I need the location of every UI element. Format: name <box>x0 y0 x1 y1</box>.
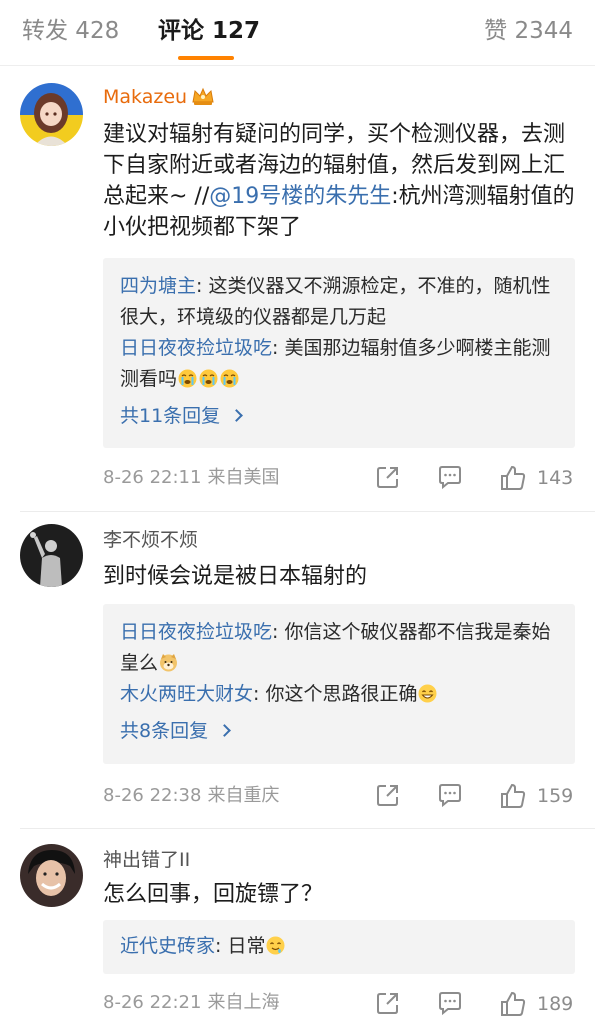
chevron-right-icon <box>230 409 244 422</box>
vip-crown-icon <box>191 86 215 106</box>
comment-actions: 143 <box>375 464 575 492</box>
comment-icon[interactable] <box>437 782 463 810</box>
comment-time: 8-26 22:38 <box>103 785 202 806</box>
grin-emoji <box>418 682 437 703</box>
username[interactable]: 神出错了II <box>103 847 190 873</box>
comment-time: 8-26 22:11 <box>103 467 202 488</box>
crying-emoji <box>178 367 197 388</box>
reply-item: 木火两旺大财女: 你这个思路很正确 <box>120 679 559 710</box>
comment-meta: 8-26 22:11 来自美国 <box>103 465 279 491</box>
comment-meta: 8-26 22:38 来自重庆 <box>103 783 279 809</box>
avatar[interactable] <box>20 844 83 907</box>
divider <box>20 511 595 512</box>
thumbs-up-icon <box>501 991 526 1016</box>
like-count: 143 <box>537 467 574 489</box>
username[interactable]: Makazeu <box>103 84 215 110</box>
username[interactable]: 李不烦不烦 <box>103 527 198 553</box>
crying-emoji <box>199 367 218 388</box>
like-button[interactable]: 189 <box>499 990 575 1018</box>
comment-location: 来自重庆 <box>207 785 280 806</box>
comment-text: 建议对辐射有疑问的同学，买个检测仪器，去测下自家附近或者海边的辐射值，然后发到网… <box>103 122 575 240</box>
view-more-replies-link[interactable]: 共11条回复 <box>120 401 559 431</box>
reply-item: 日日夜夜捡垃圾吃: 你信这个破仪器都不信我是秦始皇么 <box>120 621 551 674</box>
avatar[interactable] <box>20 524 83 587</box>
comment-icon[interactable] <box>437 464 463 492</box>
comment-time: 8-26 22:21 <box>103 992 202 1013</box>
comment-text: 到时候会说是被日本辐射的 <box>103 564 368 589</box>
reply-author[interactable]: 木火两旺大财女 <box>120 683 253 705</box>
reply-author[interactable]: 四为塘主 <box>120 275 196 297</box>
like-count: 159 <box>537 785 574 807</box>
reply-author[interactable]: 近代史砖家 <box>120 935 215 957</box>
share-icon[interactable] <box>375 782 401 810</box>
reply-preview-box[interactable]: 四为塘主: 这类仪器又不溯源检定，不准的，随机性很大，环境级的仪器都是几万起 日… <box>103 258 575 448</box>
share-icon[interactable] <box>375 464 401 492</box>
like-button[interactable]: 143 <box>499 464 575 492</box>
reply-item: 日日夜夜捡垃圾吃: 美国那边辐射值多少啊楼主能测测看吗 <box>120 337 551 390</box>
comment-location: 来自上海 <box>207 992 280 1013</box>
comment-meta: 8-26 22:21 来自上海 <box>103 990 279 1016</box>
reply-author[interactable]: 日日夜夜捡垃圾吃 <box>120 337 272 359</box>
view-more-replies-link[interactable]: 共8条回复 <box>120 716 559 746</box>
comment-actions: 189 <box>375 990 575 1018</box>
reply-preview-box[interactable]: 近代史砖家: 日常 <box>103 920 575 974</box>
thumbs-up-icon <box>501 783 526 808</box>
comment-icon[interactable] <box>437 990 463 1018</box>
chevron-right-icon <box>218 724 231 737</box>
crying-emoji <box>220 367 239 388</box>
tab-repost[interactable]: 转发 428 <box>22 16 119 46</box>
doge-emoji <box>159 651 178 672</box>
comment-tabs-bar: 转发 428 评论 127 赞 2344 <box>0 0 595 66</box>
reply-item: 四为塘主: 这类仪器又不溯源检定，不准的，随机性很大，环境级的仪器都是几万起 <box>120 275 551 328</box>
tab-comments[interactable]: 评论 127 <box>158 16 260 46</box>
active-tab-indicator <box>178 56 234 60</box>
reply-preview-box[interactable]: 日日夜夜捡垃圾吃: 你信这个破仪器都不信我是秦始皇么 木火两旺大财女: 你这个思… <box>103 604 575 764</box>
like-button[interactable]: 159 <box>499 782 575 810</box>
comment-location: 来自美国 <box>207 467 280 488</box>
avatar[interactable] <box>20 83 83 146</box>
tab-likes[interactable]: 赞 2344 <box>484 16 573 46</box>
drool-emoji <box>266 934 285 955</box>
divider <box>20 828 595 829</box>
comment-text: 怎么回事，回旋镖了？ <box>103 882 324 907</box>
reply-item: 近代史砖家: 日常 <box>120 931 559 962</box>
mention-link[interactable]: @19号楼的朱先生 <box>209 184 391 209</box>
thumbs-up-icon <box>501 465 526 490</box>
reply-author[interactable]: 日日夜夜捡垃圾吃 <box>120 621 272 643</box>
comment-actions: 159 <box>375 782 575 810</box>
share-icon[interactable] <box>375 990 401 1018</box>
like-count: 189 <box>537 993 574 1015</box>
